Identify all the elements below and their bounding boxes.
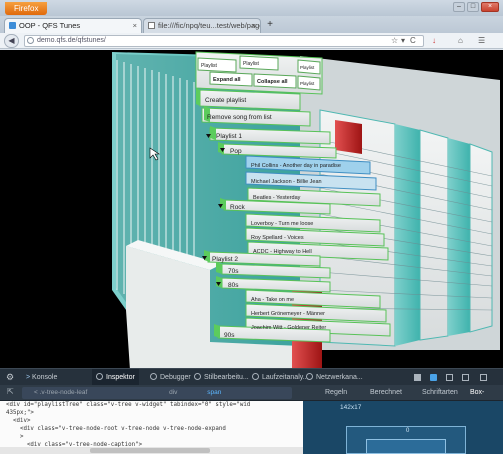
tab-profiler[interactable]: Laufzeitanaly... (252, 369, 309, 386)
tab-rules[interactable]: Regeln (325, 385, 347, 401)
new-tab-button[interactable]: + (263, 19, 277, 32)
tree-leaf-herbert: Herbert Grönemeyer - Männer (251, 311, 325, 317)
maximize-button[interactable]: □ (467, 2, 479, 12)
toolbar-button-label: Playlist (243, 61, 259, 67)
devtools-subtoolbar: ⇱ < .v-tree-node-leaf div span Regeln Be… (0, 385, 503, 412)
tab-profiler-label: Laufzeitanaly... (262, 374, 309, 381)
window-controls: – □ × (453, 2, 499, 12)
split-console-icon[interactable] (414, 374, 421, 381)
tab-bar: OOP - QFS Tunes × file:///fic/npq/teu...… (0, 16, 503, 33)
markup-line[interactable]: <div id="playlistTree" class="v-tree v-w… (6, 401, 303, 409)
tab-inspector-label: Inspektor (106, 374, 135, 381)
tab-console-label: Konsole (32, 374, 58, 381)
box-model-margin-value: 0 (406, 428, 410, 434)
page-icon (148, 22, 155, 29)
expand-all-button: Expand all (213, 77, 241, 83)
tab-title: file:///fic/npq/teu...test/web/page.html (158, 21, 260, 30)
menu-icon[interactable]: ☰ (478, 36, 485, 46)
collapse-all-button: Collapse all (257, 79, 288, 85)
tab-computed[interactable]: Berechnet (370, 385, 402, 401)
network-icon (306, 373, 313, 380)
devtools-toolbar: ⚙ > Konsole Inspektor Debugger Stilbearb… (0, 368, 503, 386)
box-model-size: 142x17 (340, 404, 362, 411)
home-icon[interactable]: ⌂ (458, 36, 463, 46)
tree-leaf-acdc: ACDC - Highway to Hell (253, 249, 312, 255)
tree-node-90s: 90s (224, 332, 235, 339)
dock-icon[interactable] (446, 374, 453, 381)
tab-qfs-tunes[interactable]: OOP - QFS Tunes × (4, 18, 142, 33)
3d-view-viewport: Playlist Playlist Expand all Collapse al… (0, 50, 503, 368)
box-model-border (366, 439, 446, 454)
tab-debugger[interactable]: Debugger (150, 369, 191, 386)
tab-style-editor[interactable]: Stilbearbeitu... (194, 369, 249, 386)
selection-highlight-top (335, 120, 362, 154)
style-editor-icon (194, 373, 201, 380)
download-icon[interactable]: ↓ (432, 36, 436, 46)
remove-song-button: Remove song from list (207, 114, 272, 121)
tree-leaf-loverboy: Loverboy - Turn me loose (251, 221, 313, 227)
markup-line[interactable]: <div class="v-tree-node-root v-tree-node… (6, 425, 303, 433)
tab-fonts[interactable]: Schriftarten (422, 385, 458, 401)
tree-node-playlist-2: Playlist 2 (212, 256, 238, 263)
reload-icon[interactable]: C (410, 36, 416, 46)
tree-leaf-joachim: Joachim Witt - Goldener Reiter (251, 325, 326, 331)
navigation-bar: ◀ demo.qfs.de/qfstunes/ ☆ ▾ C ↓ ⌂ ☰ (0, 33, 503, 49)
inspector-icon (96, 373, 103, 380)
pick-element-icon[interactable]: ⇱ (7, 387, 14, 396)
browser-window: Firefox – □ × OOP - QFS Tunes × file:///… (0, 0, 503, 454)
toolbar-button-label: Playlist (201, 63, 217, 69)
breadcrumb-item[interactable]: div (169, 389, 177, 396)
qfs-favicon-icon (9, 22, 16, 29)
debugger-icon (150, 373, 157, 380)
tree-node-rock: Rock (230, 204, 246, 211)
toolbar-button-label: Playlist (300, 65, 315, 70)
tab-title: OOP - QFS Tunes (19, 21, 81, 30)
markup-line[interactable]: 435px;"> (6, 409, 303, 417)
tree-node-80s: 80s (228, 282, 239, 289)
create-playlist-button: Create playlist (205, 97, 246, 104)
close-window-button[interactable]: × (481, 2, 499, 12)
bookmark-star-icon[interactable]: ☆ (391, 36, 398, 46)
tab-debugger-label: Debugger (160, 374, 191, 381)
close-tab-icon[interactable]: × (133, 19, 137, 33)
toolbar-button-label: Playlist (300, 81, 315, 86)
tab-style-editor-label: Stilbearbeitu... (204, 374, 249, 381)
tree-node-pop: Pop (230, 148, 242, 155)
tree-leaf-roy-spellard: Roy Spellard - Voices (251, 235, 304, 241)
tab-box-model[interactable]: Box-Model (470, 385, 503, 412)
tree-leaf-phil-collins: Phil Collins - Another day in paradise (251, 163, 341, 169)
tree-leaf-michael-jackson: Michael Jackson - Billie Jean (251, 179, 322, 185)
tab-local-file[interactable]: file:///fic/npq/teu...test/web/page.html… (143, 18, 261, 33)
3d-view-icon[interactable] (430, 374, 437, 381)
title-bar: Firefox – □ × (0, 0, 503, 16)
breadcrumb-selected[interactable]: span (207, 389, 221, 396)
back-button[interactable]: ◀ (4, 34, 19, 48)
firefox-menu-button[interactable]: Firefox (5, 2, 48, 15)
markup-line[interactable]: <div> (6, 417, 303, 425)
tree-leaf-beatles: Beatles - Yesterday (253, 195, 301, 201)
markup-scrollbar-thumb[interactable] (90, 448, 210, 453)
console-icon: > (26, 374, 31, 381)
breadcrumb-item[interactable]: < .v-tree-node-leaf (34, 389, 87, 396)
scratchpad-icon[interactable] (480, 374, 487, 381)
devtools-options-icon[interactable]: ⚙ (6, 369, 14, 386)
close-tab-icon[interactable]: × (252, 19, 256, 33)
tree-node-70s: 70s (228, 268, 239, 275)
tab-console[interactable]: > Konsole (26, 369, 57, 386)
globe-icon (27, 37, 34, 44)
tab-network[interactable]: Netzwerkana... (306, 369, 363, 386)
tab-network-label: Netzwerkana... (316, 374, 363, 381)
3d-dom-view: Playlist Playlist Expand all Collapse al… (112, 51, 500, 368)
tab-inspector[interactable]: Inspektor (92, 369, 139, 386)
tree-leaf-aha: Aha - Take on me (251, 297, 294, 303)
url-input[interactable]: demo.qfs.de/qfstunes/ (24, 35, 424, 47)
responsive-icon[interactable] (462, 374, 469, 381)
dropdown-icon[interactable]: ▾ (401, 36, 405, 46)
breadcrumb: < .v-tree-node-leaf div span (22, 387, 292, 399)
profiler-icon (252, 373, 259, 380)
minimize-button[interactable]: – (453, 2, 465, 12)
markup-line[interactable]: > (6, 433, 303, 441)
tree-node-playlist-1: Playlist 1 (216, 133, 242, 140)
